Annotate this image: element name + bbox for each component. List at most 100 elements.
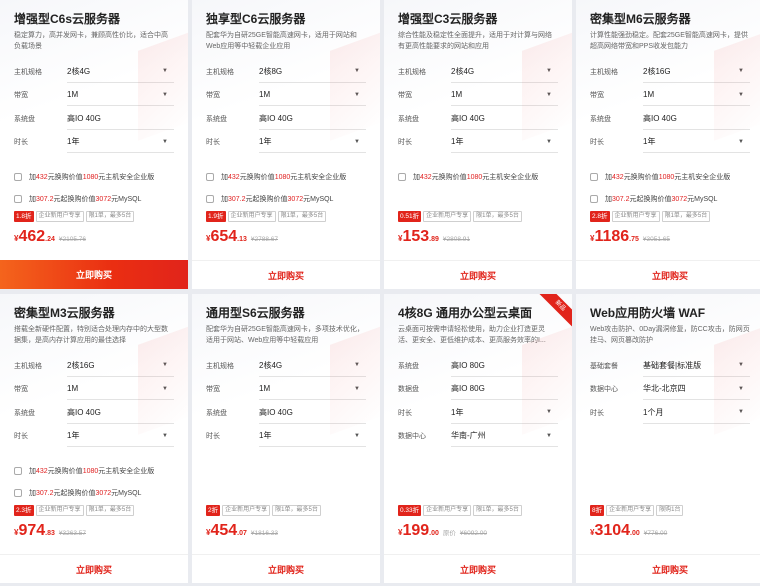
addon-checkbox[interactable]	[206, 173, 214, 181]
buy-now-button[interactable]: 立即购买	[384, 260, 572, 289]
addon-option[interactable]: 加 432 元换购价值 1080 元主机安全企业版	[398, 166, 558, 188]
addon-option[interactable]: 加 307.2 元起换购价值 3072 元MySQL	[14, 482, 174, 504]
spec-value: 高IO 40G	[259, 113, 293, 123]
spec-select[interactable]: 2核4G ▼	[451, 61, 558, 83]
buy-now-button[interactable]: 立即购买	[192, 260, 380, 289]
addon-list: 加 432 元换购价值 1080 元主机安全企业版 加 307.2 元起换购价值 3072 元M…	[14, 460, 174, 504]
spec-select[interactable]: 高IO 40G	[67, 402, 174, 424]
addon-text-post: 元主机安全企业版	[290, 174, 347, 181]
spec-select[interactable]: 2核16G ▼	[643, 61, 750, 83]
spec-select[interactable]: 2核8G ▼	[259, 61, 366, 83]
spec-select[interactable]: 高IO 40G	[259, 108, 366, 130]
spec-row: 系统盘 高IO 40G	[206, 107, 366, 131]
spec-label: 系统盘	[206, 409, 227, 417]
spec-list: 主机规格 2核4G ▼ 带宽 1M ▼ 系统盘 高IO 40G 时长 1年 ▼	[206, 354, 366, 448]
spec-select[interactable]: 高IO 80G	[451, 355, 558, 377]
spec-select[interactable]: 1年 ▼	[451, 131, 558, 154]
spec-select[interactable]: 基础套餐|标准版 ▼	[643, 355, 750, 377]
spec-select[interactable]: 高IO 40G	[259, 402, 366, 424]
buy-now-button[interactable]: 立即购买	[384, 554, 572, 583]
spec-select[interactable]: 1年 ▼	[451, 402, 558, 424]
addon-checkbox[interactable]	[14, 467, 22, 475]
spec-select[interactable]: 1年 ▼	[67, 425, 174, 448]
addon-checkbox[interactable]	[14, 173, 22, 181]
spec-select[interactable]: 1年 ▼	[67, 131, 174, 154]
addon-checkbox[interactable]	[590, 195, 598, 203]
discount-badge: 1.8折	[14, 211, 34, 222]
spec-select[interactable]: 2核4G ▼	[67, 61, 174, 83]
buy-now-button[interactable]: 立即购买	[0, 260, 188, 289]
product-description: 综合性能及稳定性全面提升，适用于对计算与网络有更高性能要求的网站和应用	[398, 32, 552, 50]
addon-option[interactable]: 加 432 元换购价值 1080 元主机安全企业版	[14, 166, 174, 188]
price-decimal: .89	[429, 236, 439, 243]
spec-select[interactable]: 1M ▼	[259, 378, 366, 401]
spec-row: 基础套餐 基础套餐|标准版 ▼	[590, 354, 750, 378]
spec-label: 带宽	[398, 92, 412, 100]
addon-checkbox[interactable]	[14, 489, 22, 497]
addon-option[interactable]: 加 432 元换购价值 1080 元主机安全企业版	[590, 166, 750, 188]
addon-list: 加 432 元换购价值 1080 元主机安全企业版 加 307.2 元起换购价值 3072 元M…	[14, 166, 174, 210]
addon-text-post: 元主机安全企业版	[98, 468, 155, 475]
spec-label: 带宽	[206, 386, 220, 394]
addon-checkbox[interactable]	[14, 195, 22, 203]
caret-down-icon: ▼	[162, 138, 168, 145]
spec-value: 高IO 80G	[451, 384, 485, 394]
spec-select[interactable]: 1年 ▼	[259, 425, 366, 448]
spec-row: 带宽 1M ▼	[206, 378, 366, 402]
addon-option[interactable]: 加 432 元换购价值 1080 元主机安全企业版	[14, 460, 174, 482]
promo-tag: 企业新用户专享	[611, 211, 660, 222]
spec-select[interactable]: 1M ▼	[67, 84, 174, 107]
product-grid: 增强型C6s云服务器 稳定算力，高并发网卡，兼顾高性价比，适合中高负载场景 主机…	[0, 0, 760, 586]
addon-checkbox[interactable]	[206, 195, 214, 203]
spec-row: 带宽 1M ▼	[398, 84, 558, 108]
spec-select[interactable]: 华北-北京四 ▼	[643, 378, 750, 401]
spec-row: 带宽 1M ▼	[14, 378, 174, 402]
addon-text-mid: 元换购价值	[623, 174, 659, 181]
addon-checkbox[interactable]	[590, 173, 598, 181]
caret-down-icon: ▼	[738, 385, 744, 392]
addon-text-pre: 加	[413, 174, 420, 181]
spec-value: 1M	[259, 90, 271, 100]
buy-now-button[interactable]: 立即购买	[192, 554, 380, 583]
spec-select[interactable]: 高IO 40G	[451, 108, 558, 130]
caret-down-icon: ▼	[162, 68, 168, 75]
spec-select[interactable]: 2核16G ▼	[67, 355, 174, 377]
price-integer: 1186	[594, 228, 630, 245]
spec-label: 时长	[206, 433, 220, 441]
original-price: ¥6092.00	[459, 530, 488, 537]
addon-option[interactable]: 加 307.2 元起换购价值 3072 元MySQL	[14, 188, 174, 210]
addon-text-post: 元MySQL	[111, 490, 142, 497]
spec-select[interactable]: 高IO 80G	[451, 378, 558, 401]
spec-value: 1M	[643, 90, 655, 100]
promo-tag: 企业新用户专享	[423, 211, 472, 222]
product-card: Web应用防火墙 WAF Web攻击防护、0Day漏洞修复，防CC攻击，防网页挂…	[576, 294, 760, 583]
spec-select[interactable]: 1个月 ▼	[643, 402, 750, 424]
addon-checkbox[interactable]	[398, 173, 406, 181]
spec-select[interactable]: 高IO 40G	[643, 108, 750, 130]
addon-option[interactable]: 加 307.2 元起换购价值 3072 元MySQL	[590, 188, 750, 210]
addon-option[interactable]: 加 432 元换购价值 1080 元主机安全企业版	[206, 166, 366, 188]
spec-select[interactable]: 1年 ▼	[259, 131, 366, 154]
buy-now-button[interactable]: 立即购买	[576, 554, 760, 583]
price-integer: 654	[210, 228, 238, 245]
spec-select[interactable]: 高IO 40G	[67, 108, 174, 130]
spec-select[interactable]: 1年 ▼	[643, 131, 750, 154]
caret-down-icon: ▼	[738, 91, 744, 98]
spec-value: 1M	[67, 90, 79, 100]
spec-select[interactable]: 1M ▼	[451, 84, 558, 107]
spec-select[interactable]: 华南-广州 ▼	[451, 425, 558, 448]
spec-label: 时长	[14, 139, 28, 147]
spec-row: 主机规格 2核16G ▼	[14, 354, 174, 378]
spec-row: 主机规格 2核4G ▼	[14, 60, 174, 84]
spec-select[interactable]: 1M ▼	[259, 84, 366, 107]
spec-label: 时长	[206, 139, 220, 147]
spec-list: 主机规格 2核16G ▼ 带宽 1M ▼ 系统盘 高IO 40G 时长 1年 ▼	[590, 60, 750, 154]
spec-select[interactable]: 1M ▼	[643, 84, 750, 107]
spec-select[interactable]: 1M ▼	[67, 378, 174, 401]
spec-select[interactable]: 2核4G ▼	[259, 355, 366, 377]
buy-now-button[interactable]: 立即购买	[0, 554, 188, 583]
caret-down-icon: ▼	[354, 362, 360, 369]
addon-option[interactable]: 加 307.2 元起换购价值 3072 元MySQL	[206, 188, 366, 210]
product-title: 独享型C6云服务器	[206, 12, 306, 26]
buy-now-button[interactable]: 立即购买	[576, 260, 760, 289]
